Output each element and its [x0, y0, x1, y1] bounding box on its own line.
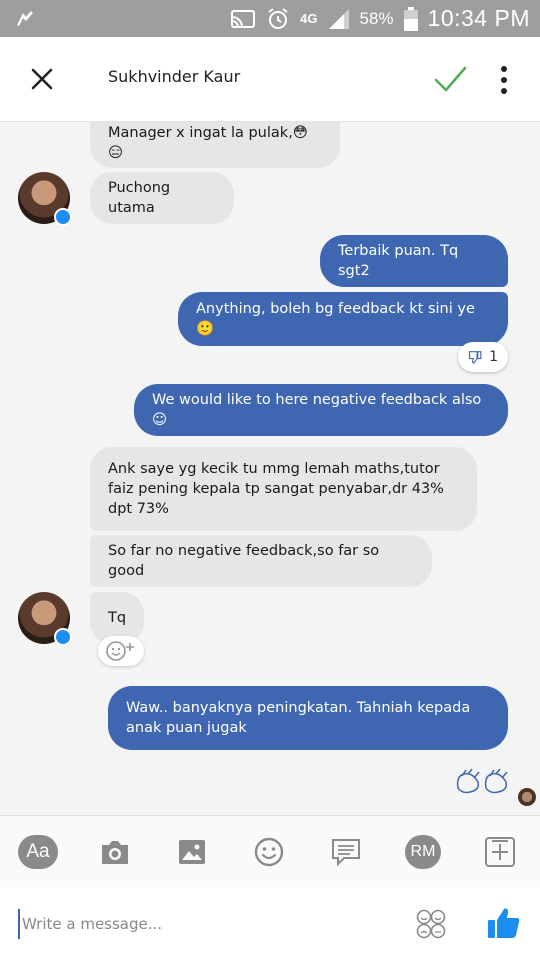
payment-label: RM	[405, 835, 441, 869]
quick-reply-button[interactable]	[326, 834, 366, 870]
status-bar: 4G 58% 10:34 PM	[0, 0, 540, 37]
message-bubble-outgoing[interactable]: Anything, boleh bg feedback kt sini ye 🙂	[178, 292, 508, 346]
message-bubble-incoming[interactable]: Puchong utama	[90, 172, 234, 224]
gallery-button[interactable]	[172, 834, 212, 870]
checkmark-icon[interactable]	[432, 63, 468, 97]
message-text: We would like to here negative feedback …	[152, 392, 482, 428]
thumbs-up-icon[interactable]	[486, 905, 522, 941]
alarm-icon	[268, 7, 288, 29]
emoji-button[interactable]	[249, 834, 289, 870]
close-icon[interactable]	[26, 63, 58, 95]
more-options-button[interactable]	[480, 834, 520, 870]
text-style-button[interactable]: Aa	[18, 834, 58, 870]
message-text: Puchong utama	[108, 180, 171, 216]
message-text: Anything, boleh bg feedback kt sini ye 🙂	[196, 301, 475, 337]
message-text: So far no negative feedback,so far so go…	[108, 543, 380, 579]
text-style-label: Aa	[18, 835, 58, 869]
messenger-badge-icon	[54, 628, 72, 646]
network-type: 4G	[300, 11, 318, 26]
signal-icon	[328, 8, 349, 29]
camera-button[interactable]	[95, 834, 135, 870]
camera-icon	[102, 841, 128, 864]
notification-icon	[17, 11, 33, 26]
image-icon	[179, 840, 205, 864]
clock: 10:34 PM	[427, 5, 530, 31]
battery-icon	[403, 6, 418, 31]
dislike-reaction[interactable]: 1	[458, 342, 508, 372]
composer-toolbar: Aa RM	[0, 815, 540, 887]
message-list[interactable]: Manager x ingat la pulak,😳😑 Puchong utam…	[0, 122, 540, 815]
message-bubble-outgoing[interactable]: Terbaik puan. Tq sgt2	[320, 235, 508, 287]
add-reaction-button[interactable]	[98, 636, 144, 666]
contact-name[interactable]: Sukhvinder Kaur	[108, 67, 240, 86]
contact-avatar[interactable]	[18, 592, 72, 646]
dislike-count: 1	[489, 349, 498, 365]
message-composer	[0, 887, 540, 960]
message-input[interactable]	[18, 909, 398, 939]
message-bubble-outgoing[interactable]: Waw.. banyaknya peningkatan. Tahniah kep…	[108, 686, 508, 750]
message-bubble-incoming[interactable]: So far no negative feedback,so far so go…	[90, 535, 432, 587]
thumbs-down-icon	[468, 351, 482, 364]
wave-reaction-icon	[456, 768, 508, 794]
message-bubble-outgoing[interactable]: We would like to here negative feedback …	[134, 384, 508, 436]
stickers-icon[interactable]	[414, 907, 448, 941]
message-bubble-incoming[interactable]: Manager x ingat la pulak,😳😑	[90, 122, 340, 168]
add-emoji-icon	[106, 641, 134, 661]
seen-by-avatar	[518, 788, 536, 806]
message-text: Tq	[108, 610, 127, 626]
message-text: Manager x ingat la pulak,😳😑	[108, 125, 308, 161]
messenger-badge-icon	[54, 208, 72, 226]
message-text: Waw.. banyaknya peningkatan. Tahniah kep…	[126, 700, 471, 736]
message-text: Terbaik puan. Tq sgt2	[338, 243, 459, 279]
more-vertical-icon[interactable]	[494, 63, 514, 97]
conversation-header: Sukhvinder Kaur	[0, 37, 540, 122]
cast-icon	[231, 9, 256, 28]
add-box-icon	[485, 837, 515, 867]
contact-avatar[interactable]	[18, 172, 72, 226]
battery-percent: 58%	[359, 8, 394, 28]
message-text: Ank saye yg kecik tu mmg lemah maths,tut…	[108, 461, 444, 517]
message-bubble-incoming[interactable]: Ank saye yg kecik tu mmg lemah maths,tut…	[90, 447, 477, 531]
message-template-icon	[332, 839, 360, 867]
payment-button[interactable]: RM	[403, 834, 443, 870]
smiley-icon	[254, 837, 284, 867]
